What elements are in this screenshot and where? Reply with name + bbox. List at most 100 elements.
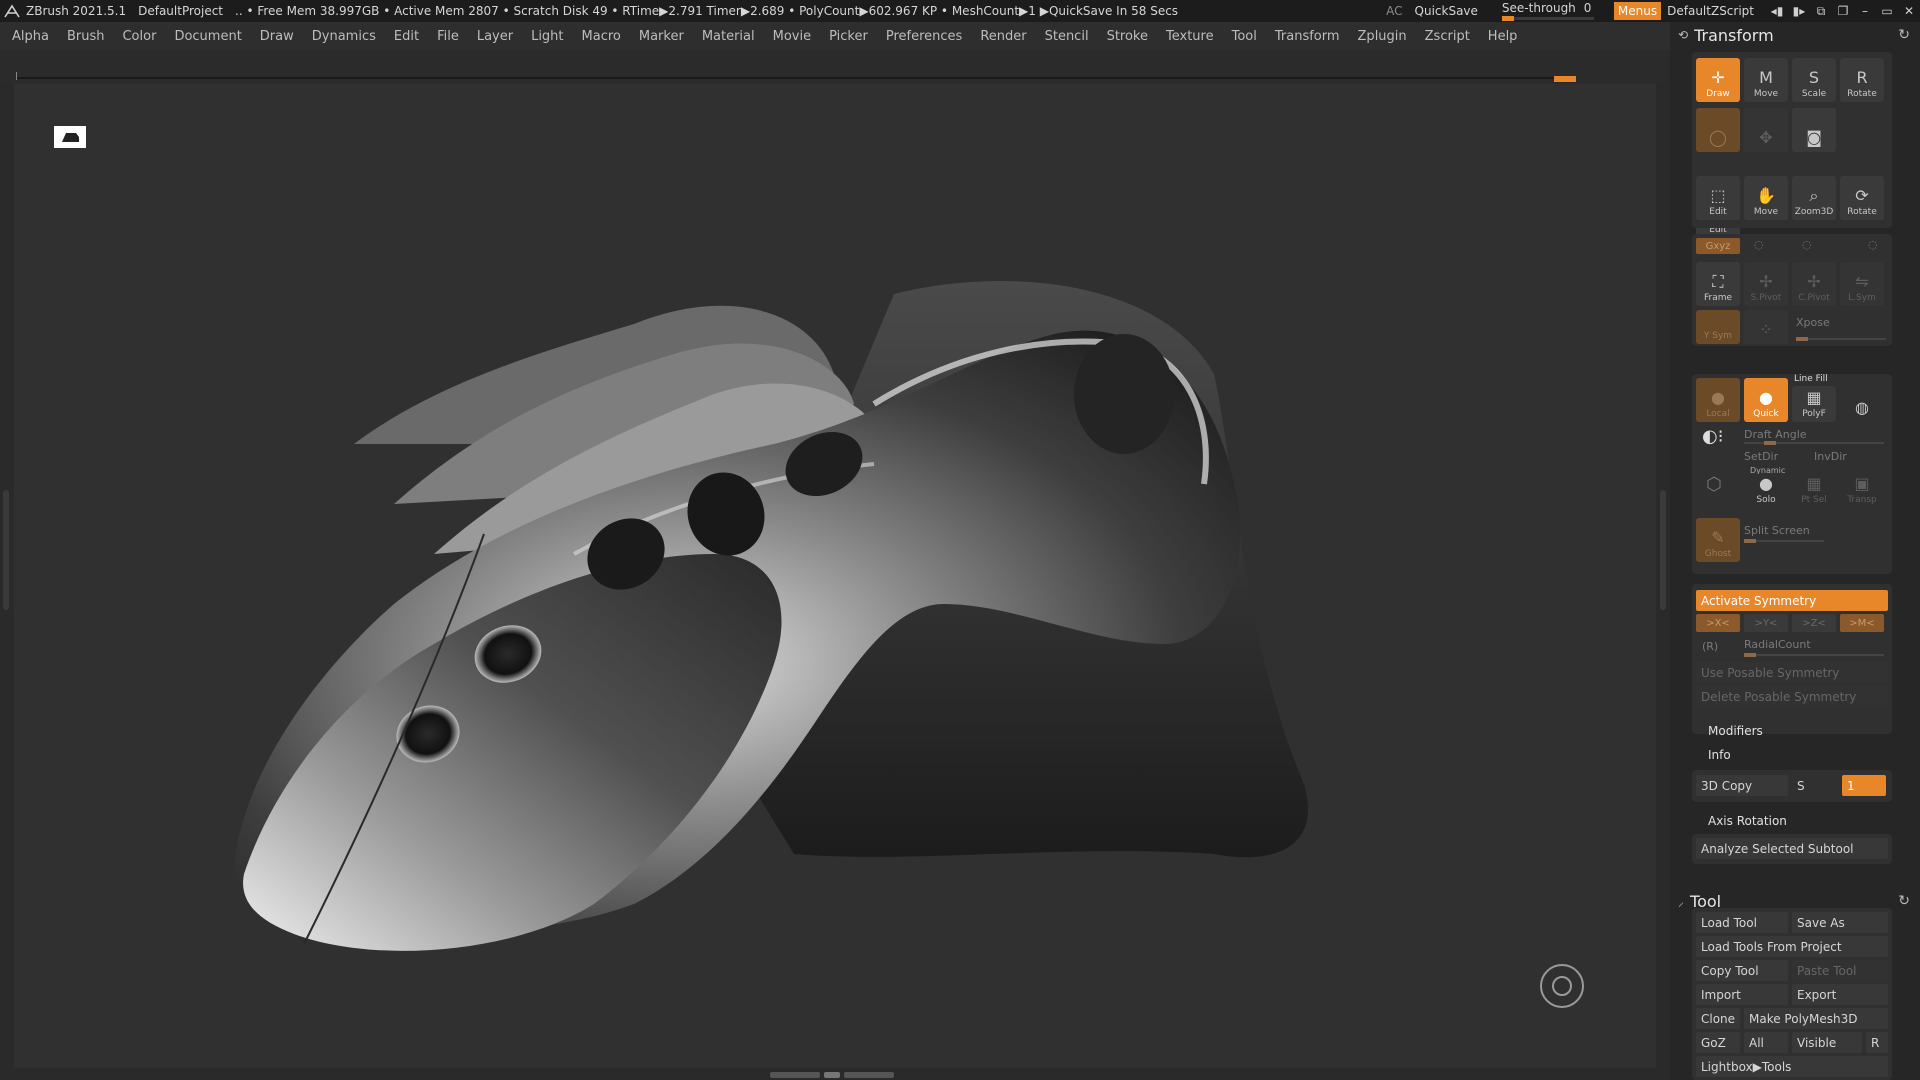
move-view-button[interactable]: ✋ Move — [1744, 176, 1788, 220]
modifiers-subpalette[interactable]: Modifiers — [1708, 724, 1763, 738]
rotate-mode-button[interactable]: R Rotate — [1840, 58, 1884, 102]
paste-tool-button[interactable]: Paste Tool — [1792, 960, 1888, 981]
load-tool-button[interactable]: Load Tool — [1696, 912, 1788, 933]
left-tray-handle[interactable] — [3, 490, 9, 610]
edit-gizmo-button[interactable]: ✥ — [1744, 108, 1788, 152]
menu-layer[interactable]: Layer — [477, 29, 513, 44]
menu-edit[interactable]: Edit — [394, 29, 419, 44]
menu-color[interactable]: Color — [122, 29, 156, 44]
radialcount-slider[interactable] — [1744, 653, 1884, 657]
lightbox-tools-button[interactable]: Lightbox▶Tools — [1696, 1056, 1888, 1077]
make-polymesh3d-button[interactable]: Make PolyMesh3D — [1744, 1008, 1888, 1029]
menu-alpha[interactable]: Alpha — [12, 29, 49, 44]
layout-right-icon[interactable]: ▮▸ — [1788, 3, 1810, 19]
activate-symmetry-button[interactable]: Activate Symmetry — [1696, 590, 1888, 611]
sym-y-icon[interactable]: ◌ — [1802, 238, 1812, 251]
project-name[interactable]: DefaultProject — [138, 4, 223, 18]
layout-left-icon[interactable]: ◂▮ — [1766, 3, 1788, 19]
axis-z-toggle[interactable]: >Z< — [1792, 614, 1836, 632]
move-mode-button[interactable]: M Move — [1744, 58, 1788, 102]
s-value-field[interactable]: 1 — [1842, 775, 1886, 796]
tool-reset-icon[interactable]: ↻ — [1898, 893, 1910, 909]
radial-toggle[interactable]: (R) — [1702, 640, 1718, 653]
ac-toggle[interactable]: AC — [1386, 4, 1402, 18]
window-stack-icon[interactable]: ❐ — [1832, 3, 1854, 19]
transform-pin-icon[interactable]: ⟲ — [1678, 28, 1688, 42]
ysym-button[interactable]: Y Sym — [1696, 310, 1740, 344]
goz-button[interactable]: GoZ — [1696, 1032, 1740, 1053]
import-button[interactable]: Import — [1696, 984, 1788, 1005]
local-button[interactable]: ● Local — [1696, 378, 1740, 422]
menu-macro[interactable]: Macro — [582, 29, 621, 44]
menu-tool[interactable]: Tool — [1232, 29, 1257, 44]
menu-material[interactable]: Material — [702, 29, 755, 44]
load-tools-from-project-button[interactable]: Load Tools From Project — [1696, 936, 1888, 957]
axis-x-toggle[interactable]: >X< — [1696, 614, 1740, 632]
minimize-icon[interactable]: – — [1854, 3, 1876, 19]
transform-header[interactable]: ⟲ Transform ↻ — [1670, 22, 1920, 48]
snapshot-button[interactable]: ◙ — [1792, 108, 1836, 152]
menu-render[interactable]: Render — [980, 29, 1026, 44]
document-canvas[interactable] — [14, 84, 1656, 1068]
wire-sphere-button[interactable]: ◍ — [1840, 378, 1884, 422]
menu-transform[interactable]: Transform — [1275, 29, 1340, 44]
cpivot-button[interactable]: ✢ C.Pivot — [1792, 262, 1836, 306]
edit-button-2[interactable]: ⬚ Edit — [1696, 176, 1740, 220]
cube-icon[interactable]: ⬡ — [1706, 474, 1722, 495]
close-icon[interactable]: ✕ — [1898, 3, 1920, 19]
quick-button[interactable]: ● Quick — [1744, 378, 1788, 422]
menu-stencil[interactable]: Stencil — [1045, 29, 1089, 44]
sculpt-model[interactable] — [14, 84, 1656, 1068]
navigation-gizmo[interactable] — [1540, 964, 1584, 1008]
axis-m-toggle[interactable]: >M< — [1840, 614, 1884, 632]
menu-dynamics[interactable]: Dynamics — [312, 29, 376, 44]
transp-button[interactable]: ▣ Transp — [1840, 474, 1884, 508]
xpose-slider[interactable] — [1796, 337, 1886, 341]
menu-document[interactable]: Document — [174, 29, 241, 44]
copy-tool-button[interactable]: Copy Tool — [1696, 960, 1788, 981]
menu-movie[interactable]: Movie — [773, 29, 811, 44]
menu-zscript[interactable]: Zscript — [1425, 29, 1470, 44]
delete-posable-symmetry-button[interactable]: Delete Posable Symmetry — [1696, 686, 1888, 707]
copy3d-button[interactable]: 3D Copy — [1696, 775, 1788, 796]
goz-all-button[interactable]: All — [1744, 1032, 1788, 1053]
window-layout-icon[interactable]: ⧉ — [1810, 3, 1832, 19]
tool-pin-icon[interactable]: ⸝ — [1678, 893, 1684, 910]
menus-toggle[interactable]: Menus — [1613, 2, 1662, 20]
lsym-button[interactable]: ⇋ L.Sym — [1840, 262, 1884, 306]
zoom3d-button[interactable]: ⌕ Zoom3D — [1792, 176, 1836, 220]
bottom-tray-handle[interactable] — [770, 1070, 900, 1080]
use-posable-symmetry-button[interactable]: Use Posable Symmetry — [1696, 662, 1888, 683]
goz-r-button[interactable]: R — [1866, 1032, 1888, 1053]
transform-reset-icon[interactable]: ↻ — [1898, 27, 1910, 43]
menu-brush[interactable]: Brush — [67, 29, 105, 44]
menu-file[interactable]: File — [437, 29, 459, 44]
invdir-button[interactable]: InvDir — [1814, 450, 1847, 463]
info-subpalette[interactable]: Info — [1708, 748, 1731, 762]
frame-button[interactable]: ⛶ Frame — [1696, 262, 1740, 306]
menu-zplugin[interactable]: Zplugin — [1358, 29, 1407, 44]
polyf-button[interactable]: ▦ PolyF — [1792, 386, 1836, 422]
ptsel-button[interactable]: ▦ Pt Sel — [1792, 474, 1836, 508]
menu-light[interactable]: Light — [531, 29, 563, 44]
scale-mode-button[interactable]: S Scale — [1792, 58, 1836, 102]
menu-texture[interactable]: Texture — [1166, 29, 1214, 44]
draw-mode-button[interactable]: ✛ Draw — [1696, 58, 1740, 102]
analyze-subtool-button[interactable]: Analyze Selected Subtool — [1696, 838, 1888, 859]
timeline-strip[interactable] — [0, 50, 1670, 84]
sym-x-icon[interactable]: ◌ — [1754, 238, 1764, 251]
menu-picker[interactable]: Picker — [829, 29, 868, 44]
quicksave-button[interactable]: QuickSave — [1415, 4, 1478, 18]
menu-marker[interactable]: Marker — [639, 29, 684, 44]
timeline-marker[interactable] — [1554, 76, 1576, 82]
gxyz-button[interactable]: Gxyz — [1696, 238, 1740, 254]
right-tray-handle[interactable] — [1660, 490, 1666, 610]
see-through-slider[interactable]: See-through 0 — [1501, 1, 1594, 21]
ghost-button[interactable]: ✎ Ghost — [1696, 518, 1740, 562]
maximize-icon[interactable]: ▭ — [1876, 3, 1898, 19]
xpose-button[interactable]: ⁘ — [1744, 310, 1788, 344]
save-as-button[interactable]: Save As — [1792, 912, 1888, 933]
menu-help[interactable]: Help — [1488, 29, 1518, 44]
draft-angle-slider[interactable] — [1744, 441, 1884, 445]
split-screen-slider[interactable] — [1744, 539, 1824, 543]
